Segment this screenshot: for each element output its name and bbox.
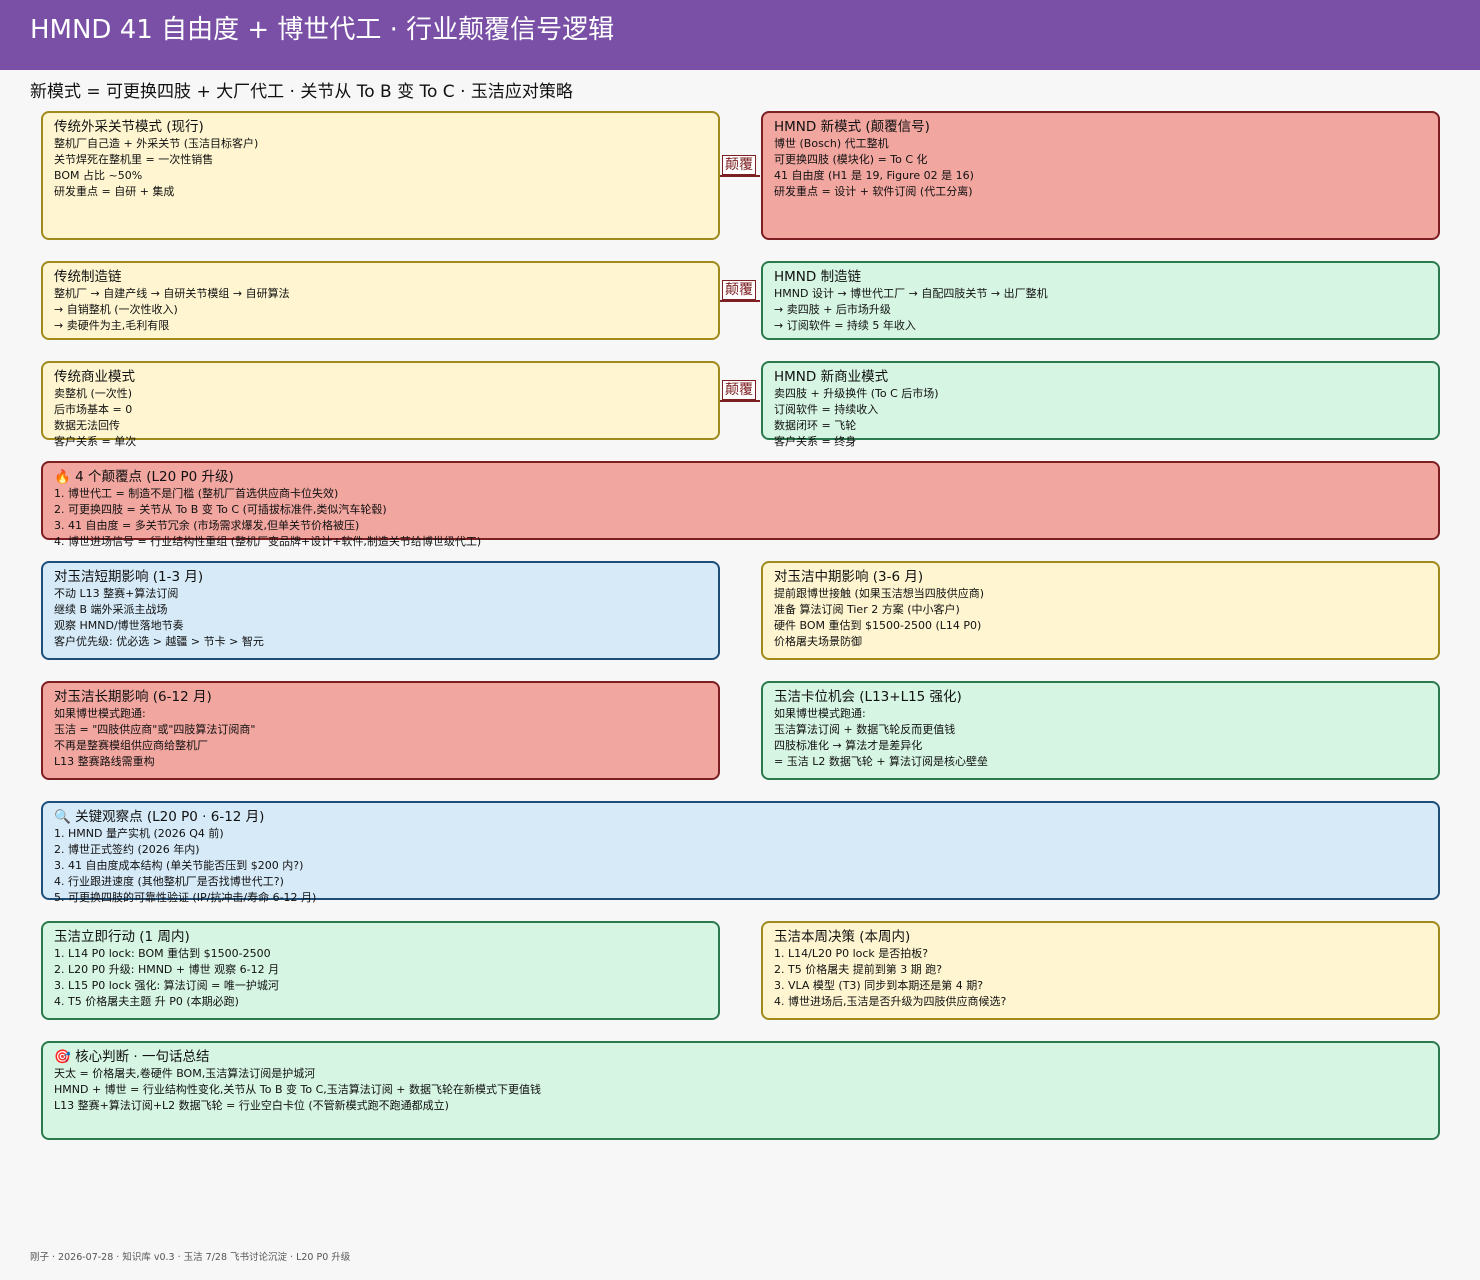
box-line: 5. 可更换四肢的可靠性验证 (IP/抗冲击/寿命 6-12 月): [54, 891, 317, 904]
box-line: 1. HMND 量产实机 (2026 Q4 前): [54, 827, 224, 840]
short-term-impact-box: 对玉洁短期影响 (1-3 月) 不动 L13 整赛+算法订阅 继续 B 端外采派…: [41, 561, 720, 660]
traditional-business-box: 传统商业模式 卖整机 (一次性) 后市场基本 = 0 数据无法回传 客户关系 =…: [41, 361, 720, 448]
hmnd-chain-box: HMND 制造链 HMND 设计 → 博世代工厂 → 自配四肢关节 → 出厂整机…: [761, 261, 1440, 340]
page-subtitle: 新模式 = 可更换四肢 + 大厂代工 · 关节从 To B 变 To C · 玉…: [30, 82, 573, 102]
box-line: 整机厂 → 自建产线 → 自研关节模组 → 自研算法: [54, 287, 290, 300]
immediate-action-box: 玉洁立即行动 (1 周内) 1. L14 P0 lock: BOM 重估到 $1…: [41, 921, 720, 1020]
box-line: 后市场基本 = 0: [54, 403, 133, 416]
box-line: 准备 算法订阅 Tier 2 方案 (中小客户): [774, 603, 960, 616]
disrupt-connector: 颠覆: [720, 280, 761, 302]
mid-term-impact-box: 对玉洁中期影响 (3-6 月) 提前跟博世接触 (如果玉洁想当四肢供应商) 准备…: [761, 561, 1440, 660]
box-line: BOM 占比 ~50%: [54, 169, 143, 182]
connector-label: 颠覆: [722, 280, 756, 300]
hmnd-business-box: HMND 新商业模式 卖四肢 + 升级换件 (To C 后市场) 订阅软件 = …: [761, 361, 1440, 448]
box-line: 客户关系 = 单次: [54, 435, 137, 448]
connector-label: 颠覆: [722, 155, 756, 175]
box-line: 2. T5 价格屠夫 提前到第 3 期 跑?: [774, 963, 943, 976]
box-line: 数据无法回传: [54, 419, 120, 432]
box-title: HMND 新商业模式: [774, 369, 889, 385]
traditional-chain-box: 传统制造链 整机厂 → 自建产线 → 自研关节模组 → 自研算法 → 自销整机 …: [41, 261, 720, 340]
box-line: 研发重点 = 设计 + 软件订阅 (代工分离): [774, 185, 973, 198]
box-line: 关节焊死在整机里 = 一次性销售: [54, 153, 214, 166]
box-line: HMND + 博世 = 行业结构性变化,关节从 To B 变 To C,玉洁算法…: [54, 1083, 541, 1096]
box-title: HMND 制造链: [774, 269, 862, 285]
box-title: 传统制造链: [54, 269, 122, 285]
box-line: 玉洁算法订阅 + 数据飞轮反而更值钱: [774, 723, 956, 736]
disruption-points-box: 🔥 4 个颠覆点 (L20 P0 升级) 1. 博世代工 = 制造不是门槛 (整…: [41, 461, 1440, 548]
box-line: 2. 博世正式签约 (2026 年内): [54, 843, 200, 856]
disrupt-connector: 颠覆: [720, 155, 761, 177]
disrupt-connector: 颠覆: [720, 380, 761, 402]
box-line: 1. L14 P0 lock: BOM 重估到 $1500-2500: [54, 947, 271, 960]
page-title: HMND 41 自由度 + 博世代工 · 行业颠覆信号逻辑: [30, 15, 615, 45]
box-title: 玉洁卡位机会 (L13+L15 强化): [774, 689, 962, 705]
box-line: → 卖硬件为主,毛利有限: [54, 319, 170, 332]
box-line: 1. 博世代工 = 制造不是门槛 (整机厂首选供应商卡位失效): [54, 487, 339, 500]
box-line: 观察 HMND/博世落地节奏: [54, 619, 184, 632]
box-line: 不动 L13 整赛+算法订阅: [54, 587, 179, 600]
box-line: 玉洁 = "四肢供应商"或"四肢算法订阅商": [54, 723, 256, 736]
box-title: HMND 新模式 (颠覆信号): [774, 119, 930, 135]
box-line: 可更换四肢 (模块化) = To C 化: [774, 153, 928, 166]
box-line: 41 自由度 (H1 是 19, Figure 02 是 16): [774, 169, 974, 182]
box-title: 🔍 关键观察点 (L20 P0 · 6-12 月): [54, 809, 265, 825]
box-line: = 玉洁 L2 数据飞轮 + 算法订阅是核心壁垒: [774, 755, 989, 768]
box-line: 客户关系 = 终身: [774, 435, 857, 448]
box-line: 订阅软件 = 持续收入: [774, 403, 879, 416]
box-line: 卖整机 (一次性): [54, 387, 133, 400]
box-line: 1. L14/L20 P0 lock 是否拍板?: [774, 947, 929, 960]
box-line: HMND 设计 → 博世代工厂 → 自配四肢关节 → 出厂整机: [774, 287, 1048, 300]
box-title: 对玉洁长期影响 (6-12 月): [54, 689, 212, 705]
box-line: → 订阅软件 = 持续 5 年收入: [774, 319, 916, 332]
box-title: 传统外采关节模式 (现行): [54, 119, 204, 135]
box-title: 🎯 核心判断 · 一句话总结: [54, 1049, 210, 1065]
traditional-joint-model-box: 传统外采关节模式 (现行) 整机厂自己造 + 外采关节 (玉洁目标客户) 关节焊…: [41, 111, 720, 240]
box-line: 整机厂自己造 + 外采关节 (玉洁目标客户): [54, 137, 259, 150]
box-title: 🔥 4 个颠覆点 (L20 P0 升级): [54, 469, 234, 485]
box-line: 硬件 BOM 重估到 $1500-2500 (L14 P0): [774, 619, 982, 632]
box-line: 天太 = 价格屠夫,卷硬件 BOM,玉洁算法订阅是护城河: [54, 1067, 316, 1080]
box-line: 3. VLA 模型 (T3) 同步到本期还是第 4 期?: [774, 979, 984, 992]
box-title: 对玉洁中期影响 (3-6 月): [774, 569, 924, 585]
box-title: 玉洁本周决策 (本周内): [774, 929, 911, 945]
connector-label: 颠覆: [722, 380, 756, 400]
box-title: 传统商业模式: [54, 369, 135, 385]
box-line: 研发重点 = 自研 + 集成: [54, 185, 175, 198]
box-line: 继续 B 端外采派主战场: [54, 603, 168, 616]
box-line: 4. T5 价格屠夫主题 升 P0 (本期必跑): [54, 995, 239, 1008]
box-line: 4. 行业跟进速度 (其他整机厂是否找博世代工?): [54, 875, 284, 888]
box-line: 4. 博世进场后,玉洁是否升级为四肢供应商候选?: [774, 995, 1007, 1008]
box-line: 提前跟博世接触 (如果玉洁想当四肢供应商): [774, 587, 985, 600]
box-line: 4. 博世进场信号 = 行业结构性重组 (整机厂变品牌+设计+软件,制造关节给博…: [54, 535, 482, 548]
box-line: 四肢标准化 → 算法才是差异化: [774, 739, 923, 752]
box-title: 玉洁立即行动 (1 周内): [54, 929, 190, 945]
box-line: 2. L20 P0 升级: HMND + 博世 观察 6-12 月: [54, 963, 280, 976]
long-term-impact-box: 对玉洁长期影响 (6-12 月) 如果博世模式跑通: 玉洁 = "四肢供应商"或…: [41, 681, 720, 780]
box-line: 客户优先级: 优必选 > 越疆 > 节卡 > 智元: [54, 635, 264, 648]
box-line: 如果博世模式跑通:: [54, 707, 146, 720]
core-judgement-box: 🎯 核心判断 · 一句话总结 天太 = 价格屠夫,卷硬件 BOM,玉洁算法订阅是…: [41, 1041, 1440, 1140]
weekly-decision-box: 玉洁本周决策 (本周内) 1. L14/L20 P0 lock 是否拍板? 2.…: [761, 921, 1440, 1020]
box-line: 3. 41 自由度 = 多关节冗余 (市场需求爆发,但单关节价格被压): [54, 519, 360, 532]
box-line: 如果博世模式跑通:: [774, 707, 866, 720]
positioning-opportunity-box: 玉洁卡位机会 (L13+L15 强化) 如果博世模式跑通: 玉洁算法订阅 + 数…: [761, 681, 1440, 780]
box-line: L13 整赛+算法订阅+L2 数据飞轮 = 行业空白卡位 (不管新模式跑不跑通都…: [54, 1099, 449, 1112]
header-bar: HMND 41 自由度 + 博世代工 · 行业颠覆信号逻辑: [0, 0, 1480, 70]
box-line: 3. 41 自由度成本结构 (单关节能否压到 $200 内?): [54, 859, 304, 872]
box-line: → 自销整机 (一次性收入): [54, 303, 178, 316]
box-line: L13 整赛路线需重构: [54, 755, 155, 768]
hmnd-new-model-box: HMND 新模式 (颠覆信号) 博世 (Bosch) 代工整机 可更换四肢 (模…: [761, 111, 1440, 240]
box-line: 博世 (Bosch) 代工整机: [774, 137, 889, 150]
box-line: 数据闭环 = 飞轮: [774, 419, 857, 432]
box-line: 卖四肢 + 升级换件 (To C 后市场): [774, 387, 939, 400]
box-line: 价格屠夫场景防御: [774, 635, 862, 648]
box-line: 2. 可更换四肢 = 关节从 To B 变 To C (可插拔标准件,类似汽车轮…: [54, 503, 387, 516]
box-line: → 卖四肢 + 后市场升级: [774, 303, 891, 316]
box-line: 不再是整赛模组供应商给整机厂: [54, 739, 208, 752]
box-line: 3. L15 P0 lock 强化: 算法订阅 = 唯一护城河: [54, 979, 279, 992]
key-watch-points-box: 🔍 关键观察点 (L20 P0 · 6-12 月) 1. HMND 量产实机 (…: [41, 801, 1440, 904]
footer-note: 刚子 · 2026-07-28 · 知识库 v0.3 · 玉洁 7/28 飞书讨…: [30, 1252, 351, 1263]
box-title: 对玉洁短期影响 (1-3 月): [54, 569, 204, 585]
